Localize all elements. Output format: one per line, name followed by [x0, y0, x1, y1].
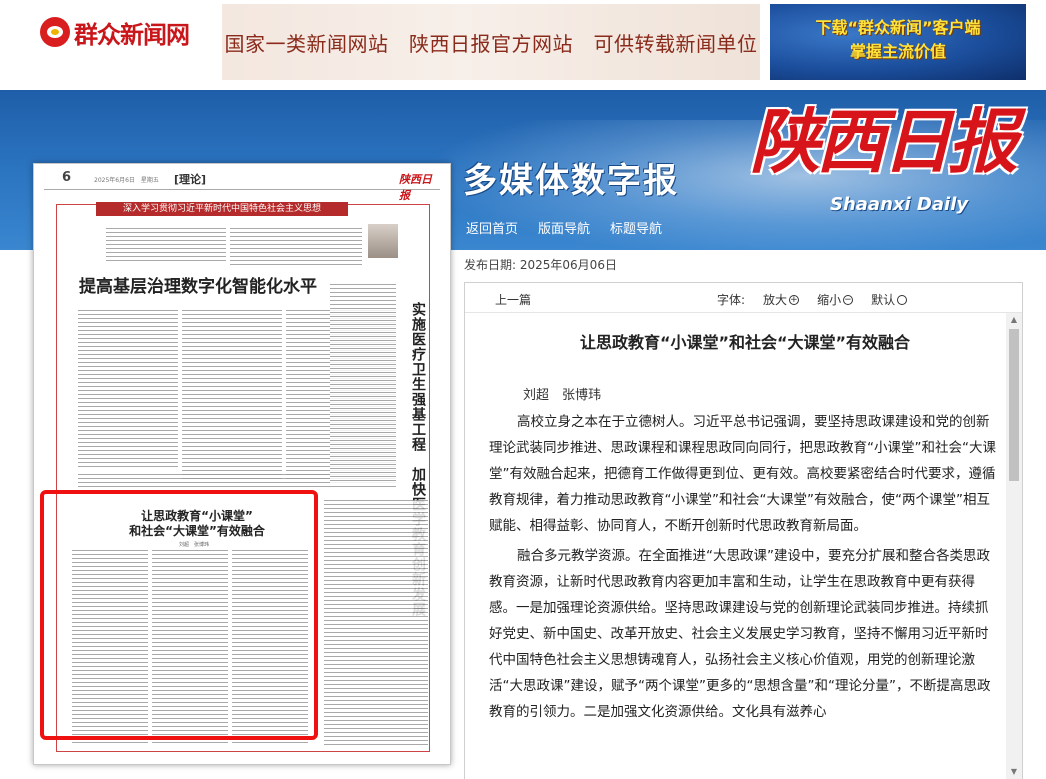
- nav-home-link[interactable]: 返回首页: [466, 218, 518, 237]
- nav-title-link[interactable]: 标题导航: [610, 218, 662, 237]
- paper-text-block: [78, 310, 178, 470]
- publish-date-value: 2025年06月06日: [519, 258, 617, 272]
- site-logo[interactable]: 群众新闻网: [40, 12, 190, 52]
- logo-text: 群众新闻网: [74, 19, 190, 49]
- paper-text-block: [230, 228, 362, 268]
- banner-app-line2: 掌握主流价值: [849, 42, 946, 61]
- site-topbar: 群众新闻网 国家一类新闻网站 陕西日报官方网站 可供转载新闻单位 下载“群众新闻…: [0, 0, 1046, 90]
- article-panel: 上一篇 字体: 放大 + 缩小 − 默认 让思政教育“小课堂”和社会“大课堂”有…: [464, 282, 1023, 779]
- default-size-label: 默认: [871, 293, 896, 307]
- paper-page-number: 6: [62, 170, 72, 185]
- selected-article-highlight[interactable]: [40, 490, 318, 740]
- scroll-up-arrow-icon[interactable]: ▲: [1006, 313, 1022, 327]
- paper-text-block: [324, 500, 428, 746]
- brand-masthead-en: Shaanxi Daily: [830, 194, 969, 215]
- article-toolbar: 上一篇 字体: 放大 + 缩小 − 默认: [465, 283, 1022, 313]
- prev-article-link[interactable]: 上一篇: [495, 291, 531, 308]
- paper-page-date: 2025年6月6日 星期五: [94, 177, 159, 184]
- paper-masthead: 陕西日报: [399, 173, 432, 202]
- nav-page-link[interactable]: 版面导航: [538, 218, 590, 237]
- banner-ad-middle-text: 国家一类新闻网站 陕西日报官方网站 可供转载新闻单位: [224, 31, 758, 56]
- header-title: 多媒体数字报: [463, 161, 679, 201]
- plus-circle-icon: +: [789, 294, 800, 305]
- circle-icon: [897, 294, 908, 305]
- paper-article-title-1[interactable]: 提高基层治理数字化智能化水平: [79, 272, 317, 297]
- scroll-down-arrow-icon[interactable]: ▼: [1006, 765, 1022, 779]
- banner-app-line1: 下载“群众新闻”客户端: [815, 18, 981, 37]
- paper-section-name: [理论]: [174, 173, 207, 186]
- article-paragraph: 高校立身之本在于立德树人。习近平总书记强调，要坚持思政课建设和党的创新理论武装同…: [489, 414, 996, 534]
- article-scrollbar[interactable]: ▲ ▼: [1006, 313, 1022, 779]
- minus-circle-icon: −: [843, 294, 854, 305]
- paper-page-header: 6 2025年6月6日 星期五 [理论] 陕西日报: [44, 170, 440, 202]
- font-size-controls: 字体: 放大 + 缩小 − 默认: [717, 291, 908, 308]
- article-body: 让思政教育“小课堂”和社会“大课堂”有效融合 刘超 张博玮 高校立身之本在于立德…: [489, 323, 1001, 779]
- zoom-out-button[interactable]: 缩小 −: [817, 291, 854, 308]
- paper-text-block: [106, 228, 226, 262]
- article-paragraph: 融合多元教学资源。在全面推进“大思政课”建设中，要充分扩展和整合各类思政教育资源…: [489, 548, 991, 720]
- publish-date: 发布日期: 2025年06月06日: [464, 256, 617, 273]
- zoom-in-label: 放大: [763, 293, 788, 307]
- header-nav: 返回首页 版面导航 标题导航: [466, 218, 662, 237]
- paper-text-block: [330, 284, 396, 484]
- paper-red-banner: 深入学习贯彻习近平新时代中国特色社会主义思想: [96, 202, 348, 216]
- banner-ad-middle[interactable]: 国家一类新闻网站 陕西日报官方网站 可供转载新闻单位: [222, 4, 760, 80]
- font-label: 字体:: [717, 293, 746, 307]
- scrollbar-thumb[interactable]: [1009, 329, 1019, 481]
- zoom-in-button[interactable]: 放大 +: [763, 291, 800, 308]
- paper-text-block: [182, 310, 282, 480]
- logo-icon: [40, 17, 70, 47]
- paper-photo: [368, 224, 398, 258]
- zoom-out-label: 缩小: [817, 293, 842, 307]
- brand-masthead-cn: 陕西日报: [750, 100, 1018, 183]
- article-title: 让思政教育“小课堂”和社会“大课堂”有效融合: [579, 333, 911, 352]
- brand-masthead: 陕西日报 Shaanxi Daily: [750, 102, 1030, 232]
- default-size-button[interactable]: 默认: [871, 291, 908, 308]
- publish-date-label: 发布日期:: [464, 258, 517, 272]
- banner-ad-app-download[interactable]: 下载“群众新闻”客户端 掌握主流价值: [770, 4, 1026, 80]
- article-authors: 刘超 张博玮: [523, 388, 602, 403]
